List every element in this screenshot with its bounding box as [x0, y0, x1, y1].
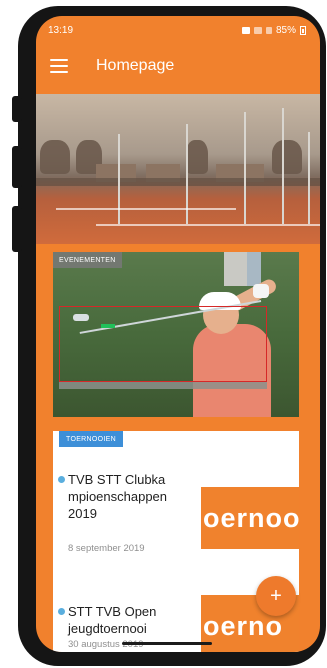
app-bar: Homepage: [36, 38, 320, 94]
status-time: 13:19: [48, 24, 74, 36]
tournament-title: STT TVB Open jeugdtoernooi: [68, 604, 157, 636]
status-icons: 85%: [241, 24, 306, 36]
golfer-glove: [253, 284, 269, 298]
tournament-thumbnail: oernoo: [201, 487, 299, 549]
hero-tree: [186, 140, 208, 174]
hero-light-pole: [244, 112, 246, 224]
signal-icon: [265, 26, 272, 34]
hero-light-pole: [282, 108, 284, 224]
hero-fence: [36, 178, 320, 186]
notification-icon: [241, 26, 250, 34]
home-indicator[interactable]: [122, 642, 212, 645]
hero-tree: [40, 140, 70, 174]
events-card[interactable]: EVENEMENTEN: [53, 252, 299, 417]
tournament-date: 8 september 2019: [68, 543, 145, 554]
status-bar: 13:19 85%: [36, 16, 320, 38]
thumbnail-text: oernoo: [203, 502, 299, 533]
list-item[interactable]: TVB STT Clubka mpioenschappen 2019 8 sep…: [53, 471, 299, 591]
hero-tree: [272, 140, 302, 174]
golfer-image: [53, 252, 299, 417]
tournament-title: TVB STT Clubka mpioenschappen 2019: [68, 472, 168, 521]
overlay-box: [59, 306, 267, 382]
battery-percentage: 85%: [275, 24, 296, 36]
hero-court-line: [56, 208, 236, 210]
page-title: Homepage: [96, 57, 175, 74]
plus-icon: +: [270, 584, 282, 607]
bullet-dot-icon: [58, 608, 65, 615]
hero-light-pole: [118, 134, 120, 224]
hero-court-line: [96, 224, 320, 226]
app-screen: 13:19 85% Homepage EVENEMENTEN TOERNOOIE…: [36, 16, 320, 652]
add-button[interactable]: +: [256, 576, 296, 616]
phone-side-button: [12, 96, 22, 122]
events-tag: EVENEMENTEN: [53, 252, 122, 268]
bullet-dot-icon: [58, 476, 65, 483]
hero-image-tennis-courts: [36, 94, 320, 244]
overlay-marker: [101, 324, 115, 328]
wifi-icon: [253, 26, 262, 34]
phone-side-button: [12, 146, 22, 188]
hero-light-pole: [308, 132, 310, 224]
image-caption-bar: [59, 382, 267, 389]
tournaments-card: TOERNOOIEN TVB STT Clubka mpioenschappen…: [53, 431, 299, 652]
background-post: [247, 252, 261, 286]
hamburger-menu-icon[interactable]: [50, 59, 68, 73]
tournaments-tag: TOERNOOIEN: [59, 431, 123, 447]
phone-side-button: [12, 206, 22, 252]
battery-icon: [300, 25, 306, 35]
